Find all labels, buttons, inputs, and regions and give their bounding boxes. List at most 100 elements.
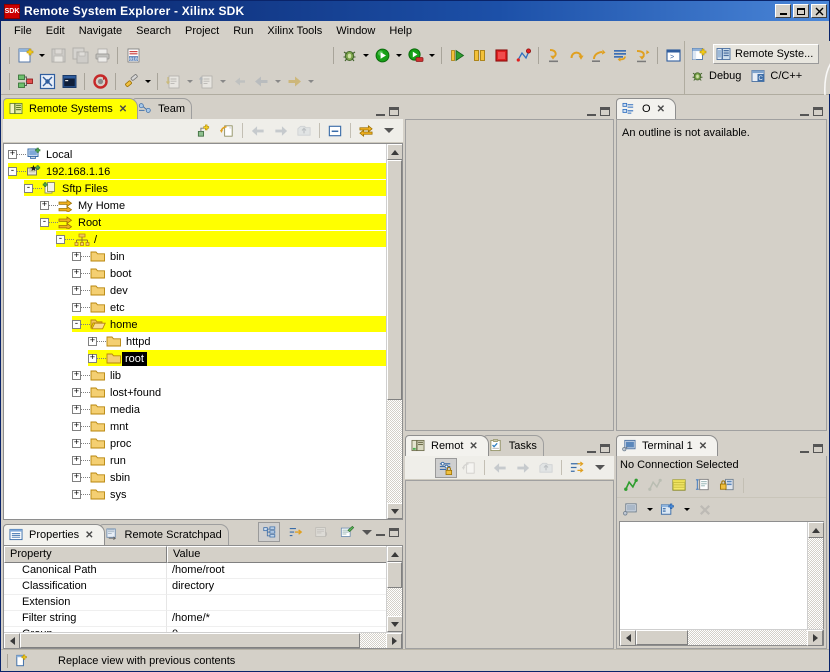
menu-navigate[interactable]: Navigate — [72, 23, 129, 39]
perspective-cpp[interactable]: C C/C++ — [749, 66, 807, 86]
build-project-icon[interactable] — [120, 70, 142, 92]
scroll-left-button[interactable] — [4, 633, 20, 648]
external-tools-icon[interactable] — [404, 44, 426, 66]
collapse-icon[interactable]: - — [24, 184, 33, 193]
tree-item[interactable]: + sbin — [4, 469, 402, 486]
debug-dropdown-icon[interactable] — [360, 44, 371, 66]
menu-run[interactable]: Run — [226, 23, 260, 39]
regenerate-bsp-icon[interactable] — [89, 70, 111, 92]
step-into-icon[interactable] — [543, 44, 565, 66]
run-icon[interactable] — [371, 44, 393, 66]
minimize-view-icon[interactable] — [800, 108, 809, 116]
expand-icon[interactable]: + — [88, 337, 97, 346]
secure-icon[interactable] — [716, 475, 738, 495]
maximize-view-icon[interactable] — [600, 107, 610, 116]
collapse-icon[interactable]: - — [72, 320, 81, 329]
xsdk-terminal-icon[interactable] — [58, 70, 80, 92]
scroll-right-button[interactable] — [386, 633, 402, 648]
expand-icon[interactable]: + — [72, 473, 81, 482]
tree-item[interactable]: - home — [4, 316, 402, 333]
new-hardware-platform-icon[interactable] — [14, 70, 36, 92]
program-fpga-icon[interactable] — [36, 70, 58, 92]
tab-remote-scratchpad[interactable]: Remote Scratchpad — [98, 524, 229, 545]
terminal-console[interactable] — [619, 521, 824, 646]
new-terminal-icon[interactable] — [620, 500, 642, 520]
minimize-view-icon[interactable] — [587, 108, 596, 116]
column-header-property[interactable]: Property — [4, 546, 167, 563]
close-icon[interactable]: ✕ — [699, 441, 707, 452]
show-categories-icon[interactable] — [258, 522, 280, 542]
terminal-vertical-scrollbar[interactable] — [807, 522, 824, 645]
scroll-thumb[interactable] — [636, 630, 688, 645]
step-return-icon[interactable] — [587, 44, 609, 66]
scroll-right-button[interactable] — [807, 630, 823, 646]
perspective-debug[interactable]: Debug — [688, 66, 746, 86]
table-row[interactable]: Filter string/home/* — [4, 611, 402, 627]
remote-systems-tree[interactable]: + Local - 192.168.1.16 - Sftp Files + My Home - R… — [4, 144, 402, 519]
tree-item[interactable]: + etc — [4, 299, 402, 316]
terminal-horizontal-scrollbar[interactable] — [620, 629, 823, 646]
refresh-icon[interactable] — [216, 121, 238, 141]
properties-horizontal-scrollbar[interactable] — [4, 632, 402, 648]
tree-vertical-scrollbar[interactable] — [386, 144, 402, 519]
new-wizard-icon[interactable] — [14, 44, 36, 66]
new-terminal-view-dropdown-icon[interactable] — [681, 499, 692, 521]
resume-icon[interactable] — [446, 44, 468, 66]
new-connection-icon[interactable] — [193, 121, 215, 141]
tree-item[interactable]: + httpd — [4, 333, 402, 350]
expand-icon[interactable]: + — [72, 371, 81, 380]
new-terminal-view-icon[interactable] — [657, 500, 679, 520]
external-tools-dropdown-icon[interactable] — [426, 44, 437, 66]
expand-icon[interactable]: + — [72, 269, 81, 278]
expand-icon[interactable]: + — [88, 354, 97, 363]
lock-properties-icon[interactable] — [435, 457, 457, 478]
maximize-button[interactable] — [793, 4, 809, 18]
collapse-icon[interactable]: - — [40, 218, 49, 227]
maximize-view-icon[interactable] — [600, 444, 610, 453]
step-over-icon[interactable] — [565, 44, 587, 66]
column-header-value[interactable]: Value — [167, 546, 402, 563]
disconnect-icon[interactable] — [512, 44, 534, 66]
tree-item[interactable]: + My Home — [4, 197, 402, 214]
scroll-up-button[interactable] — [808, 522, 824, 538]
view-menu-icon[interactable] — [362, 529, 372, 535]
tab-team[interactable]: Team — [132, 98, 193, 119]
connect-icon[interactable] — [620, 475, 642, 495]
expand-icon[interactable]: + — [8, 150, 17, 159]
expand-icon[interactable]: + — [72, 405, 81, 414]
menu-file[interactable]: File — [7, 23, 39, 39]
expand-icon[interactable]: + — [72, 286, 81, 295]
maximize-view-icon[interactable] — [813, 444, 823, 453]
open-console-icon[interactable]: > — [662, 44, 684, 66]
scroll-thumb[interactable] — [20, 633, 360, 648]
minimize-view-icon[interactable] — [376, 528, 385, 536]
tab-remote-monitor[interactable]: Remot ✕ — [405, 435, 489, 456]
maximize-view-icon[interactable] — [389, 527, 399, 537]
tree-item[interactable]: + mnt — [4, 418, 402, 435]
sort-filter-icon[interactable] — [566, 458, 588, 478]
properties-vertical-scrollbar[interactable] — [386, 546, 402, 632]
binary-file-icon[interactable]: 010 — [122, 44, 144, 66]
tree-item[interactable]: + Local — [4, 146, 402, 163]
expand-icon[interactable]: + — [72, 439, 81, 448]
table-row[interactable]: Canonical Path/home/root — [4, 563, 402, 579]
tree-item[interactable]: + media — [4, 401, 402, 418]
scroll-down-button[interactable] — [387, 503, 402, 519]
menu-search[interactable]: Search — [129, 23, 178, 39]
tree-item[interactable]: - Sftp Files — [4, 180, 402, 197]
perspective-remote-systems[interactable]: Remote Syste... — [713, 44, 820, 64]
next-annotation-dropdown-icon[interactable] — [184, 70, 195, 92]
close-button[interactable] — [811, 4, 827, 18]
menu-xilinx-tools[interactable]: Xilinx Tools — [260, 23, 329, 39]
scroll-up-button[interactable] — [387, 144, 402, 160]
maximize-view-icon[interactable] — [813, 107, 823, 116]
tree-item[interactable]: - / — [4, 231, 402, 248]
debug-icon[interactable] — [338, 44, 360, 66]
expand-icon[interactable]: + — [72, 388, 81, 397]
build-dropdown-icon[interactable] — [142, 70, 153, 92]
run-to-line-icon[interactable] — [631, 44, 653, 66]
minimize-button[interactable] — [775, 4, 791, 18]
tab-outline[interactable]: O ✕ — [616, 98, 676, 119]
tab-properties[interactable]: Properties ✕ — [3, 524, 105, 545]
expand-icon[interactable]: + — [40, 201, 49, 210]
